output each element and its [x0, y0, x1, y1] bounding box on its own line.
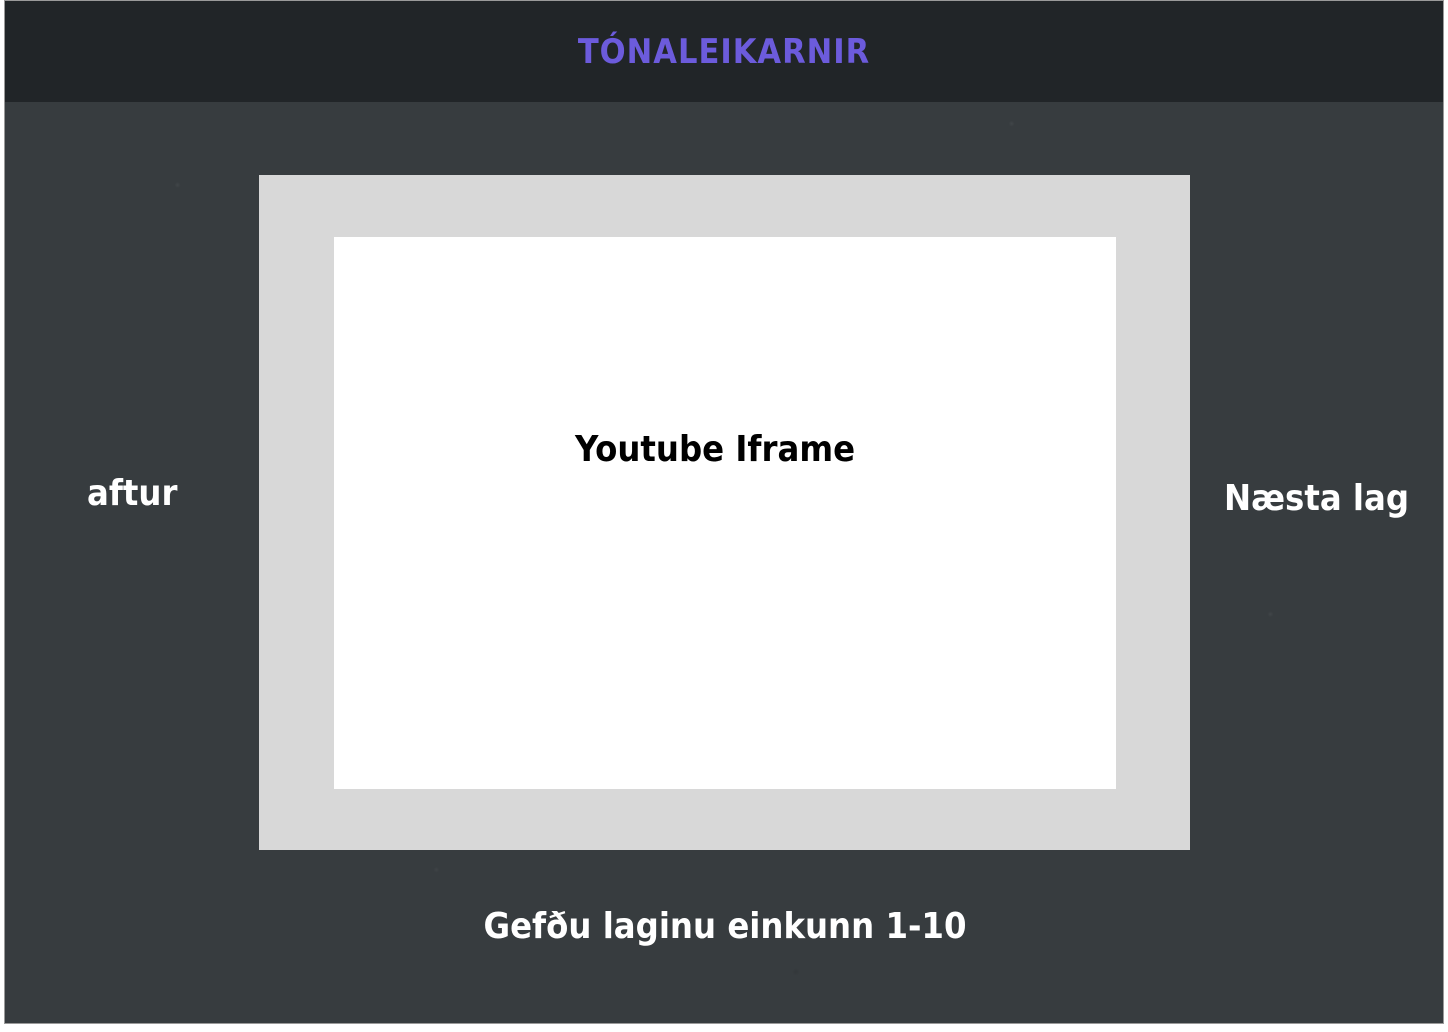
site-header: TÓNALEIKARNIR — [5, 1, 1443, 102]
iframe-placeholder-label: Youtube Iframe — [574, 429, 856, 470]
site-title: TÓNALEIKARNIR — [577, 31, 871, 72]
app-window: TÓNALEIKARNIR aftur Youtube Iframe Næsta… — [4, 0, 1444, 1024]
rating-prompt: Gefðu laginu einkunn 1-10 — [5, 906, 1443, 947]
rating-prompt-text: Gefðu laginu einkunn 1-10 — [483, 906, 967, 947]
previous-song-button[interactable]: aftur — [87, 473, 177, 514]
next-song-button[interactable]: Næsta lag — [1224, 478, 1409, 519]
video-player-frame: Youtube Iframe — [259, 175, 1190, 850]
youtube-iframe[interactable]: Youtube Iframe — [334, 237, 1116, 789]
